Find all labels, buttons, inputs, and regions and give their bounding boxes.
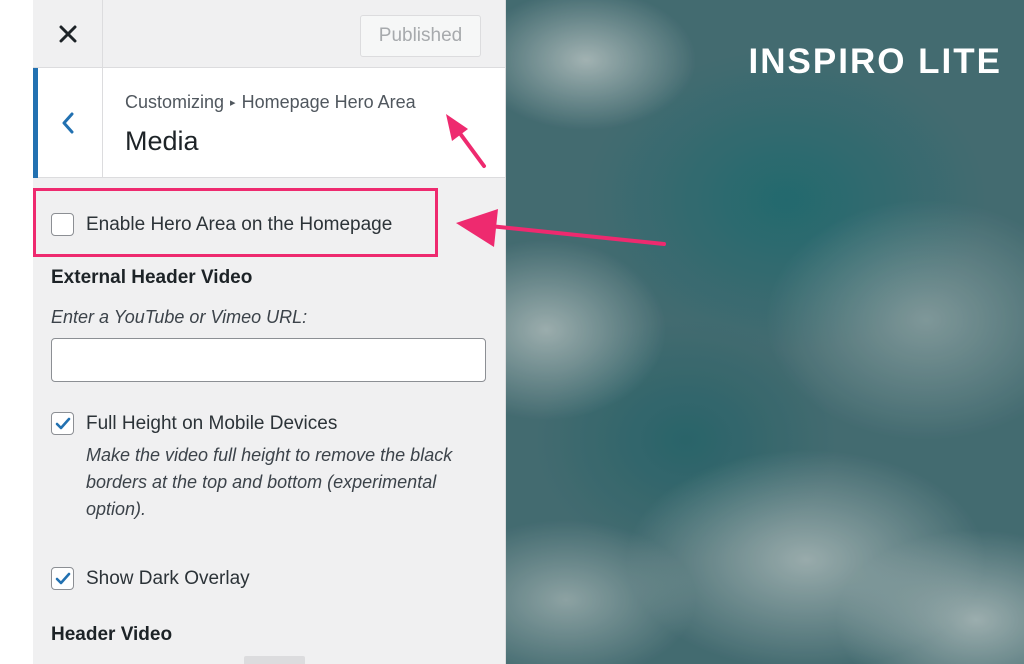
section-title: Media <box>125 126 199 156</box>
breadcrumb: Customizing ▸ Homepage Hero Area <box>125 92 416 113</box>
full-height-checkbox-row[interactable]: Full Height on Mobile Devices <box>51 412 337 435</box>
section-header: Customizing ▸ Homepage Hero Area Media <box>33 68 505 178</box>
checkmark-icon <box>55 417 70 429</box>
breadcrumb-parent: Homepage Hero Area <box>241 92 416 112</box>
customizer-panel: Published Customizing ▸ Homepage Hero Area… <box>33 0 506 664</box>
site-title[interactable]: INSPIRO LITE <box>749 42 1002 82</box>
enable-hero-label: Enable Hero Area on the Homepage <box>86 213 393 235</box>
breadcrumb-root: Customizing <box>125 92 225 112</box>
back-button[interactable] <box>33 68 103 178</box>
close-icon <box>59 25 76 43</box>
checkmark-icon <box>55 572 70 584</box>
header-video-heading: Header Video <box>51 624 173 645</box>
external-header-video-heading: External Header Video <box>51 267 253 288</box>
chevron-left-icon <box>62 112 73 134</box>
published-button[interactable]: Published <box>360 15 481 57</box>
full-height-description: Make the video full height to remove the… <box>86 445 453 519</box>
dark-overlay-label: Show Dark Overlay <box>86 567 250 589</box>
site-preview[interactable]: INSPIRO LITE <box>506 0 1024 664</box>
close-button[interactable] <box>33 0 103 68</box>
external-video-description: Enter a YouTube or Vimeo URL: <box>51 307 308 327</box>
full-height-label: Full Height on Mobile Devices <box>86 412 338 434</box>
select-video-button-stub[interactable] <box>244 656 305 664</box>
dark-overlay-checkbox-row[interactable]: Show Dark Overlay <box>51 567 250 590</box>
left-gutter <box>0 0 33 664</box>
dark-overlay-checkbox[interactable] <box>51 567 74 590</box>
external-video-url-input[interactable] <box>51 338 486 382</box>
enable-hero-checkbox-row[interactable]: Enable Hero Area on the Homepage <box>51 213 392 236</box>
enable-hero-checkbox[interactable] <box>51 213 74 236</box>
customizer-topbar: Published <box>33 0 505 68</box>
breadcrumb-separator-icon: ▸ <box>230 97 236 109</box>
full-height-checkbox[interactable] <box>51 412 74 435</box>
